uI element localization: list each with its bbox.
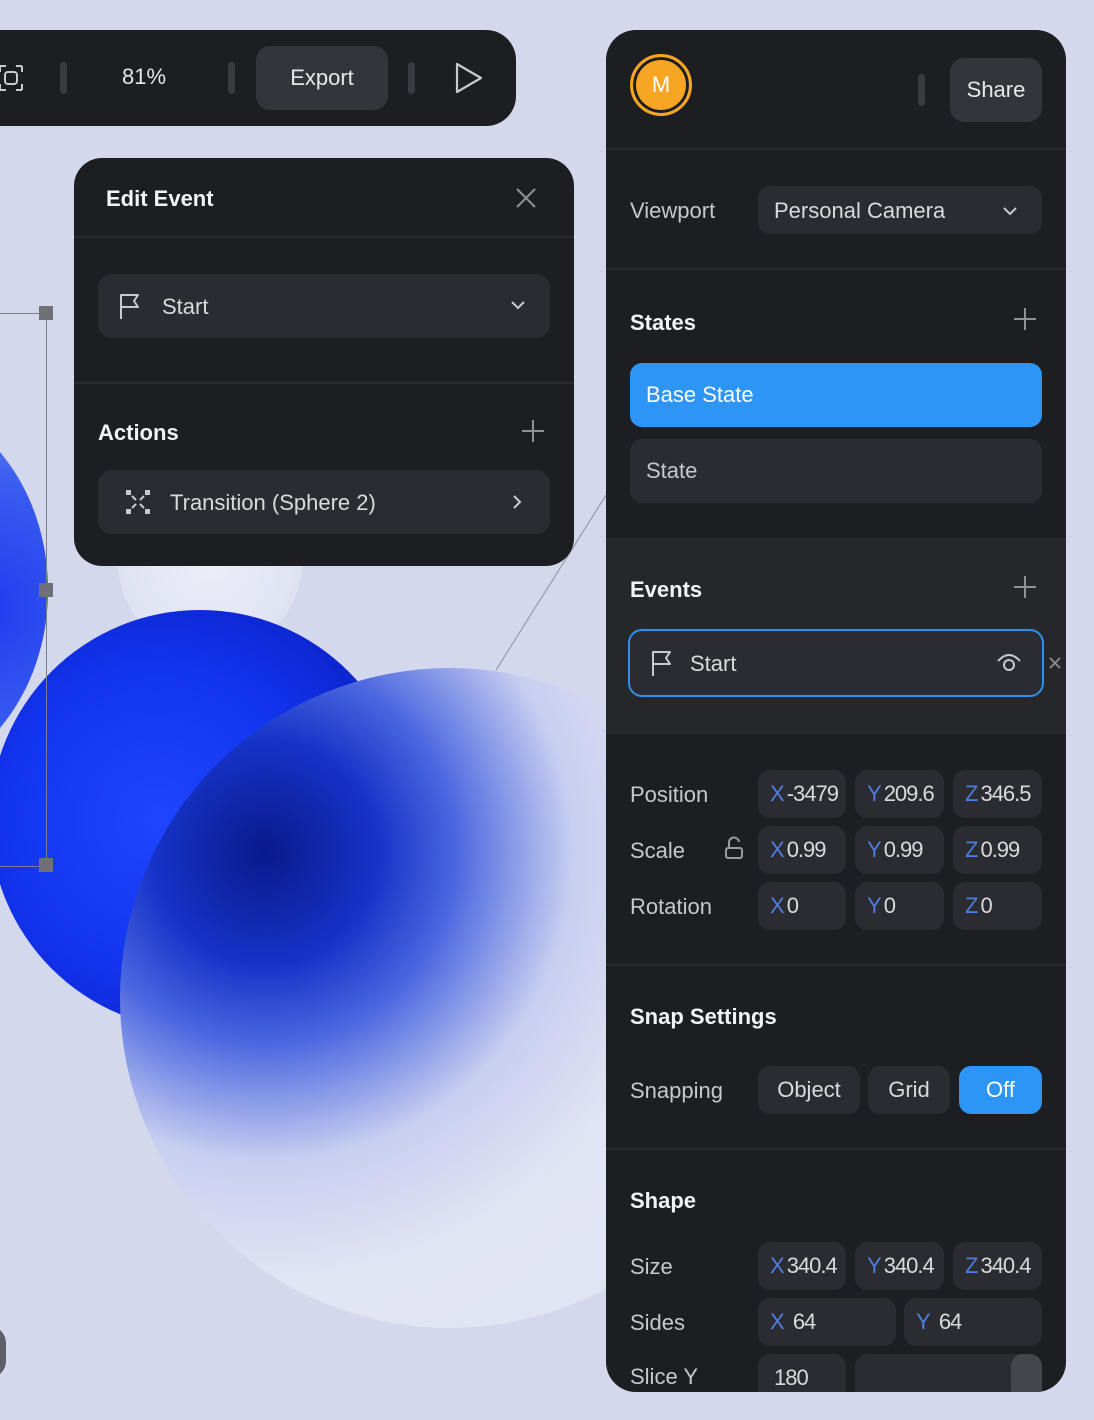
size-x-field[interactable]: X340.4 bbox=[758, 1242, 846, 1290]
scale-label: Scale bbox=[630, 838, 686, 863]
action-item-transition[interactable]: Transition (Sphere 2) bbox=[98, 470, 550, 534]
rotation-label: Rotation bbox=[630, 894, 712, 919]
actions-title: Actions bbox=[98, 420, 179, 445]
toolbar-separator bbox=[408, 62, 415, 94]
slider-handle[interactable] bbox=[1011, 1354, 1042, 1392]
toolbar-separator bbox=[228, 62, 235, 94]
chevron-down-icon bbox=[510, 298, 526, 316]
lock-icon[interactable] bbox=[724, 836, 744, 865]
rotation-y-field[interactable]: Y0 bbox=[855, 882, 944, 930]
selection-handle-bottom[interactable] bbox=[39, 858, 53, 872]
slice-y-slider[interactable] bbox=[855, 1354, 1042, 1392]
divider bbox=[606, 1148, 1066, 1150]
divider bbox=[606, 148, 1066, 150]
events-title: Events bbox=[630, 577, 703, 602]
snap-option-object[interactable]: Object bbox=[758, 1066, 860, 1114]
slice-y-field[interactable]: 180 bbox=[758, 1354, 846, 1392]
snapping-label: Snapping bbox=[630, 1078, 723, 1103]
snap-option-grid[interactable]: Grid bbox=[868, 1066, 950, 1114]
divider bbox=[74, 236, 574, 238]
viewport-select[interactable]: Personal Camera bbox=[758, 186, 1042, 234]
trigger-label: Start bbox=[162, 294, 209, 319]
position-label: Position bbox=[630, 782, 709, 807]
viewport-label: Viewport bbox=[630, 198, 716, 223]
divider bbox=[74, 382, 574, 384]
top-toolbar: 81% Export bbox=[0, 30, 516, 126]
selection-handle-mid[interactable] bbox=[39, 583, 53, 597]
play-icon[interactable] bbox=[454, 62, 484, 99]
selection-handle-top[interactable] bbox=[39, 306, 53, 320]
frame-icon[interactable] bbox=[0, 64, 24, 97]
toolbar-separator bbox=[60, 62, 67, 94]
viewport-value: Personal Camera bbox=[774, 198, 946, 223]
export-button[interactable]: Export bbox=[256, 46, 388, 110]
divider bbox=[606, 964, 1066, 966]
event-item-start[interactable]: Start bbox=[628, 629, 1044, 697]
add-state-icon[interactable] bbox=[1012, 306, 1038, 337]
size-label: Size bbox=[630, 1254, 673, 1279]
snap-option-off[interactable]: Off bbox=[959, 1066, 1042, 1114]
event-label: Start bbox=[690, 651, 737, 676]
size-y-field[interactable]: Y340.4 bbox=[855, 1242, 944, 1290]
edit-event-panel: Edit Event Start Actions Transition (Sph… bbox=[74, 158, 574, 566]
position-y-field[interactable]: Y209.6 bbox=[855, 770, 944, 818]
header-separator bbox=[918, 74, 925, 106]
scale-y-field[interactable]: Y0.99 bbox=[855, 826, 944, 874]
position-x-field[interactable]: X-3479 bbox=[758, 770, 846, 818]
sides-label: Sides bbox=[630, 1310, 686, 1335]
rotation-z-field[interactable]: Z0 bbox=[953, 882, 1042, 930]
snap-settings-title: Snap Settings bbox=[630, 1004, 777, 1029]
slice-y-label: Slice Y bbox=[630, 1364, 699, 1389]
divider bbox=[606, 732, 1066, 734]
divider bbox=[606, 268, 1066, 270]
flag-icon bbox=[650, 649, 674, 682]
partial-control[interactable] bbox=[0, 1326, 6, 1378]
size-z-field[interactable]: Z340.4 bbox=[953, 1242, 1042, 1290]
eye-icon[interactable] bbox=[996, 651, 1022, 678]
chevron-down-icon bbox=[1002, 204, 1018, 222]
state-item[interactable]: State bbox=[630, 439, 1042, 503]
sides-x-field[interactable]: X 64 bbox=[758, 1298, 896, 1346]
chevron-right-icon bbox=[512, 494, 522, 515]
edit-event-title: Edit Event bbox=[106, 186, 214, 211]
rotation-x-field[interactable]: X0 bbox=[758, 882, 846, 930]
flag-icon bbox=[118, 292, 142, 325]
close-icon[interactable] bbox=[514, 186, 538, 215]
scale-x-field[interactable]: X0.99 bbox=[758, 826, 846, 874]
states-title: States bbox=[630, 310, 697, 335]
sides-y-field[interactable]: Y 64 bbox=[904, 1298, 1042, 1346]
share-button[interactable]: Share bbox=[950, 58, 1042, 122]
avatar[interactable]: M bbox=[630, 54, 692, 116]
remove-event-icon[interactable] bbox=[1048, 656, 1062, 675]
action-label: Transition (Sphere 2) bbox=[170, 490, 376, 515]
add-action-icon[interactable] bbox=[520, 418, 546, 449]
position-z-field[interactable]: Z346.5 bbox=[953, 770, 1042, 818]
add-event-icon[interactable] bbox=[1012, 574, 1038, 605]
state-base[interactable]: Base State bbox=[630, 363, 1042, 427]
properties-panel: M Share Viewport Personal Camera States … bbox=[606, 30, 1066, 1392]
transition-icon bbox=[124, 488, 152, 521]
event-trigger-select[interactable]: Start bbox=[98, 274, 550, 338]
shape-title: Shape bbox=[630, 1188, 697, 1213]
zoom-level[interactable]: 81% bbox=[96, 64, 192, 90]
scale-z-field[interactable]: Z0.99 bbox=[953, 826, 1042, 874]
